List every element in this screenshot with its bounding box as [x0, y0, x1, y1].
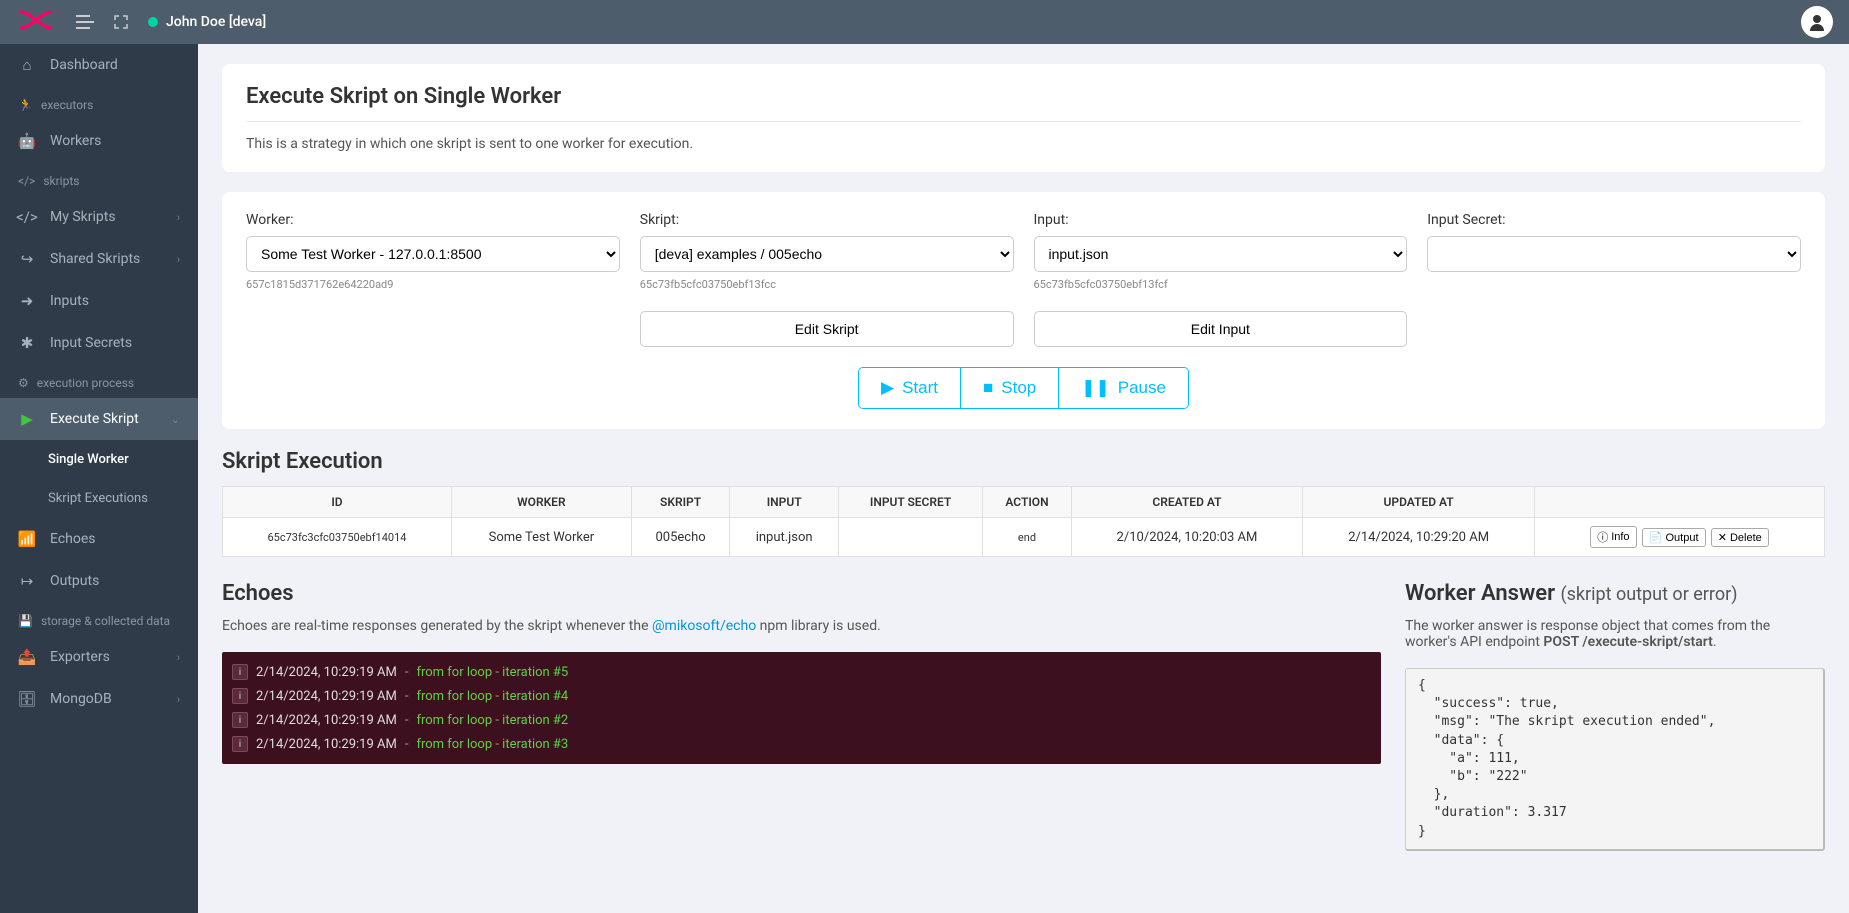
play-icon: ▶ — [881, 378, 894, 398]
skript-hint: 65c73fb5cfc03750ebf13fcc — [640, 278, 1014, 291]
sidebar-item-inputs[interactable]: ➜ Inputs — [0, 280, 198, 322]
share-icon: ↪ — [18, 250, 36, 268]
sidebar-item-shared-skripts[interactable]: ↪ Shared Skripts › — [0, 238, 198, 280]
page-title: Execute Skript on Single Worker — [246, 84, 1801, 109]
sidebar-item-dashboard[interactable]: ⌂ Dashboard — [0, 44, 198, 86]
save-icon: 💾 — [18, 614, 33, 628]
input-label: Input: — [1034, 212, 1408, 228]
chevron-right-icon: › — [177, 693, 180, 706]
avatar[interactable] — [1801, 6, 1833, 38]
play-icon: ▶ — [18, 410, 36, 428]
sidebar-item-single-worker[interactable]: Single Worker — [0, 440, 198, 479]
console-line: i 2/14/2024, 10:29:19 AM - from for loop… — [222, 708, 1381, 732]
echoes-description: Echoes are real-time responses generated… — [222, 618, 1381, 634]
sidebar-section-storage: 💾 storage & collected data — [0, 602, 198, 636]
sidebar-item-execute-skript[interactable]: ▶ Execute Skript ⌄ — [0, 398, 198, 440]
answer-description: The worker answer is response object tha… — [1405, 618, 1825, 650]
chevron-down-icon: ⌄ — [171, 413, 180, 426]
echoes-panel: Echoes Echoes are real-time responses ge… — [222, 581, 1381, 851]
skript-select[interactable]: [deva] examples / 005echo — [640, 236, 1014, 272]
page-description: This is a strategy in which one skript i… — [246, 136, 1801, 152]
table-row: 65c73fc3cfc03750ebf14014 Some Test Worke… — [223, 518, 1825, 557]
sidebar-section-skripts: </> skripts — [0, 162, 198, 196]
topbar: John Doe [deva] — [0, 0, 1849, 44]
echoes-title: Echoes — [222, 581, 1381, 606]
input-hint: 65c73fb5cfc03750ebf13fcf — [1034, 278, 1408, 291]
pause-button[interactable]: ❚❚ Pause — [1058, 368, 1188, 408]
logout-icon: ↦ — [18, 572, 36, 590]
export-icon: 📤 — [18, 648, 36, 666]
edit-skript-button[interactable]: Edit Skript — [640, 311, 1014, 347]
input-secret-label: Input Secret: — [1427, 212, 1801, 228]
answer-title: Worker Answer (skript output or error) — [1405, 581, 1825, 606]
info-badge-icon: i — [232, 736, 248, 752]
echoes-console: i 2/14/2024, 10:29:19 AM - from for loop… — [222, 652, 1381, 764]
input-secret-select[interactable] — [1427, 236, 1801, 272]
sidebar: ⌂ Dashboard 🏃 executors 🤖 Workers </> sk… — [0, 44, 198, 913]
user-indicator[interactable]: John Doe [deva] — [148, 14, 266, 30]
gear-icon: ⚙ — [18, 376, 29, 390]
runner-icon: 🏃 — [18, 98, 33, 112]
chevron-right-icon: › — [177, 253, 180, 266]
output-button[interactable]: 📄Output — [1642, 528, 1706, 547]
chevron-right-icon: › — [177, 211, 180, 224]
input-select[interactable]: input.json — [1034, 236, 1408, 272]
info-badge-icon: i — [232, 688, 248, 704]
console-line: i 2/14/2024, 10:29:19 AM - from for loop… — [222, 732, 1381, 756]
delete-button[interactable]: ✕Delete — [1711, 528, 1769, 547]
start-button[interactable]: ▶ Start — [859, 368, 960, 408]
table-title: Skript Execution — [222, 449, 1825, 474]
close-icon: ✕ — [1718, 531, 1727, 544]
stop-button[interactable]: ■ Stop — [960, 368, 1058, 408]
sidebar-item-mongodb[interactable]: 🗄 MongoDB › — [0, 678, 198, 720]
chevron-right-icon: › — [177, 651, 180, 664]
console-line: i 2/14/2024, 10:29:19 AM - from for loop… — [222, 684, 1381, 708]
sidebar-item-skript-executions[interactable]: Skript Executions — [0, 479, 198, 518]
home-icon: ⌂ — [18, 56, 36, 74]
database-icon: 🗄 — [18, 690, 36, 708]
output-icon: 📄 — [1649, 531, 1663, 544]
status-dot-icon — [148, 17, 158, 27]
main-content: Execute Skript on Single Worker This is … — [198, 44, 1849, 913]
sidebar-section-execution: ⚙ execution process — [0, 364, 198, 398]
robot-icon: 🤖 — [18, 132, 36, 150]
echo-npm-link[interactable]: @mikosoft/echo — [652, 618, 756, 634]
answer-panel: Worker Answer (skript output or error) T… — [1405, 581, 1825, 851]
sidebar-item-my-skripts[interactable]: </> My Skripts › — [0, 196, 198, 238]
asterisk-icon: ✱ — [18, 334, 36, 352]
code-icon: </> — [18, 174, 35, 188]
login-icon: ➜ — [18, 292, 36, 310]
wifi-icon: 📶 — [18, 530, 36, 548]
edit-input-button[interactable]: Edit Input — [1034, 311, 1408, 347]
sidebar-item-exporters[interactable]: 📤 Exporters › — [0, 636, 198, 678]
sidebar-item-outputs[interactable]: ↦ Outputs — [0, 560, 198, 602]
fullscreen-icon[interactable] — [114, 15, 128, 29]
info-icon: ⓘ — [1597, 529, 1608, 545]
form-card: Worker: Some Test Worker - 127.0.0.1:850… — [222, 192, 1825, 429]
info-badge-icon: i — [232, 712, 248, 728]
sidebar-item-echoes[interactable]: 📶 Echoes — [0, 518, 198, 560]
code-icon: </> — [18, 208, 36, 226]
skript-label: Skript: — [640, 212, 1014, 228]
answer-json[interactable]: { "success": true, "msg": "The skript ex… — [1405, 668, 1825, 851]
menu-toggle-icon[interactable] — [76, 15, 94, 29]
worker-hint: 657c1815d371762e64220ad9 — [246, 278, 620, 291]
worker-label: Worker: — [246, 212, 620, 228]
info-button[interactable]: ⓘInfo — [1590, 526, 1636, 548]
app-logo — [16, 6, 56, 39]
sidebar-item-workers[interactable]: 🤖 Workers — [0, 120, 198, 162]
execution-table: ID WORKER SKRIPT INPUT INPUT SECRET ACTI… — [222, 486, 1825, 557]
sidebar-section-executors: 🏃 executors — [0, 86, 198, 120]
user-name: John Doe [deva] — [166, 14, 266, 30]
info-badge-icon: i — [232, 664, 248, 680]
stop-icon: ■ — [983, 378, 993, 398]
pause-icon: ❚❚ — [1081, 378, 1110, 398]
console-line: i 2/14/2024, 10:29:19 AM - from for loop… — [222, 660, 1381, 684]
control-button-group: ▶ Start ■ Stop ❚❚ Pause — [858, 367, 1189, 409]
page-header-card: Execute Skript on Single Worker This is … — [222, 64, 1825, 172]
worker-select[interactable]: Some Test Worker - 127.0.0.1:8500 — [246, 236, 620, 272]
sidebar-item-input-secrets[interactable]: ✱ Input Secrets — [0, 322, 198, 364]
